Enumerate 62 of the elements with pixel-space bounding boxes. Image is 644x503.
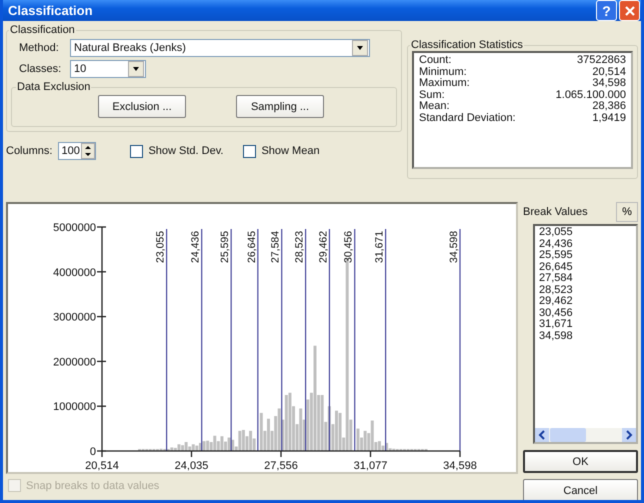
- break-label: 24,436: [190, 230, 202, 263]
- y-tick-label: 2000000: [53, 356, 96, 368]
- break-label: 23,055: [154, 230, 167, 263]
- dialog-button[interactable]: Cancel: [523, 479, 638, 500]
- dialog-button[interactable]: Sampling ...: [236, 95, 324, 118]
- statistic-value: 20,514: [592, 66, 626, 78]
- statistic-label: Standard Deviation:: [419, 112, 516, 124]
- break-label: 31,671: [374, 230, 386, 263]
- statistic-label: Sum:: [419, 90, 445, 101]
- x-tick-label: 20,514: [85, 460, 119, 472]
- x-tick-label: 27,556: [264, 460, 298, 472]
- y-tick-label: 5000000: [53, 222, 96, 234]
- option-checkbox[interactable]: Show Std. Dev.: [130, 144, 224, 158]
- y-tick-label: 4000000: [53, 266, 96, 279]
- y-tick-label: 1000000: [53, 401, 96, 414]
- dialog-button[interactable]: Exclusion ...: [98, 95, 186, 118]
- x-tick-label: 34,598: [443, 460, 477, 472]
- break-value[interactable]: 31,671: [539, 319, 573, 330]
- break-value[interactable]: 30,456: [539, 308, 573, 319]
- break-value[interactable]: 27,584: [539, 273, 573, 284]
- x-tick-label: 31,077: [354, 460, 388, 472]
- help-button[interactable]: ?: [596, 0, 617, 21]
- break-values-title: Break Values: [523, 206, 588, 218]
- statistic-value: 1,9419: [592, 112, 626, 124]
- break-value[interactable]: 29,462: [539, 296, 573, 308]
- dialog-button[interactable]: OK: [523, 450, 638, 473]
- break-value[interactable]: 23,055: [539, 227, 573, 238]
- method-dropdown[interactable]: Natural Breaks (Jenks): [70, 39, 370, 57]
- break-value[interactable]: 24,436: [539, 238, 573, 250]
- window-title: Classification: [8, 3, 94, 18]
- break-value[interactable]: 26,645: [539, 262, 573, 273]
- statistic-value: 34,598: [592, 78, 626, 90]
- break-value[interactable]: 28,523: [539, 284, 573, 296]
- percent-button[interactable]: %: [616, 202, 638, 222]
- break-label: 30,456: [342, 230, 355, 263]
- x-tick-label: 24,035: [174, 460, 208, 472]
- group-title: Data Exclusion: [16, 81, 92, 93]
- method-label: Method:: [19, 42, 60, 54]
- option-checkbox[interactable]: Show Mean: [243, 144, 320, 158]
- break-label: 29,462: [317, 230, 330, 263]
- break-label: 25,595: [219, 230, 232, 263]
- group-title: Classification: [9, 24, 76, 36]
- statistic-label: Minimum:: [419, 66, 467, 78]
- break-label: 26,645: [246, 230, 258, 263]
- statistic-value: 28,386: [592, 101, 626, 112]
- group-title: Classification Statistics: [410, 39, 524, 51]
- statistic-label: Maximum:: [419, 78, 470, 90]
- break-label: 34,598: [448, 230, 460, 263]
- statistic-value: 1.065.100.000: [556, 90, 626, 101]
- statistic-label: Mean:: [419, 101, 450, 112]
- break-value[interactable]: 34,598: [539, 330, 573, 342]
- break-label: 28,523: [294, 230, 306, 263]
- break-value[interactable]: 25,595: [539, 250, 573, 262]
- columns-label: Columns:: [6, 145, 52, 157]
- y-tick-label: 0: [90, 446, 96, 458]
- classes-dropdown[interactable]: 10: [70, 60, 146, 78]
- statistic-value: 37522863: [577, 55, 626, 66]
- statistic-label: Count:: [419, 55, 452, 66]
- break-label: 27,584: [270, 230, 282, 263]
- y-tick-label: 3000000: [53, 312, 96, 324]
- classes-label: Classes:: [19, 63, 62, 75]
- columns-spinner[interactable]: 100: [58, 142, 96, 160]
